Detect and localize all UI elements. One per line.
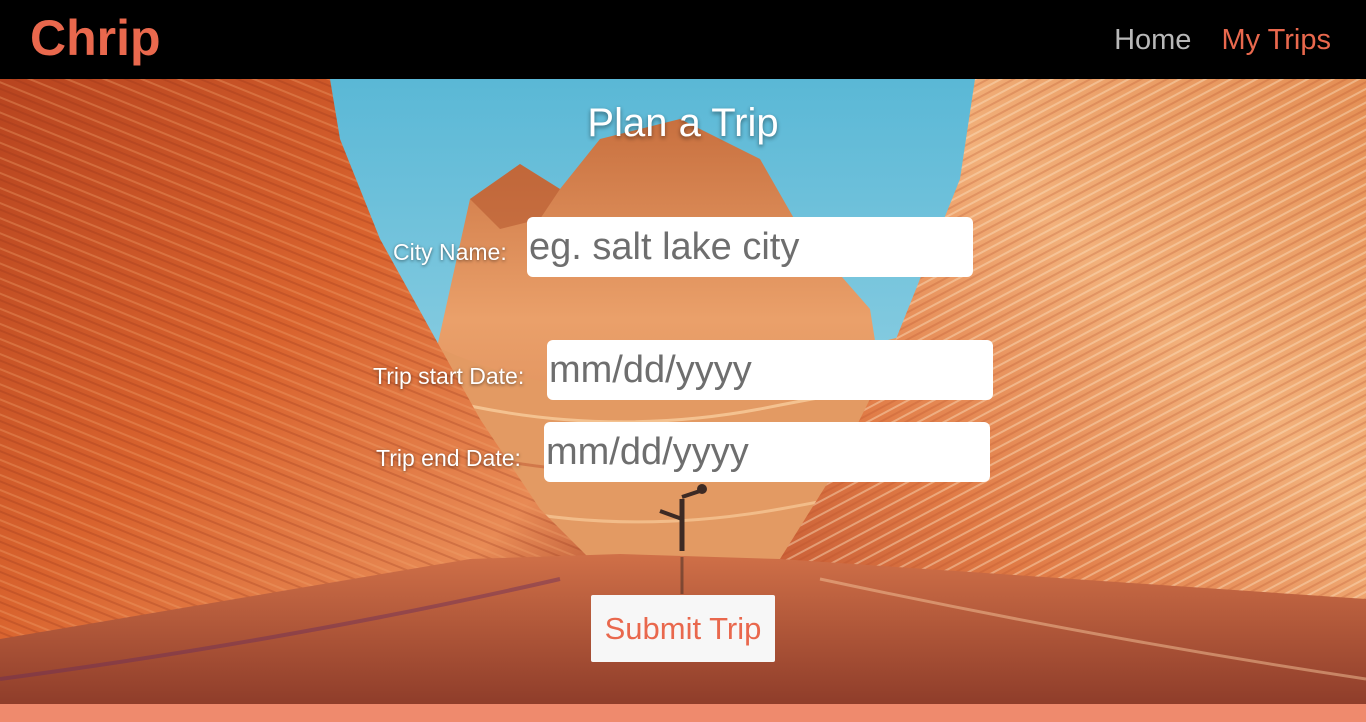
trip-start-date-input[interactable] bbox=[547, 340, 993, 400]
city-name-label: City Name: bbox=[393, 239, 507, 265]
form-title: Plan a Trip bbox=[587, 101, 779, 145]
trip-end-date-label: Trip end Date: bbox=[376, 445, 521, 471]
trip-end-date-input[interactable] bbox=[544, 422, 990, 482]
city-name-input[interactable] bbox=[527, 217, 973, 277]
trip-start-date-label: Trip start Date: bbox=[373, 363, 525, 389]
submit-trip-button[interactable]: Submit Trip bbox=[591, 595, 775, 662]
nav-links: Home My Trips bbox=[1114, 20, 1331, 60]
footer-bar bbox=[0, 704, 1366, 722]
nav-my-trips-link[interactable]: My Trips bbox=[1221, 20, 1331, 60]
brand-logo[interactable]: Chrip bbox=[30, 8, 161, 68]
top-navbar: Chrip Home My Trips bbox=[0, 0, 1366, 79]
nav-home-link[interactable]: Home bbox=[1114, 20, 1191, 60]
